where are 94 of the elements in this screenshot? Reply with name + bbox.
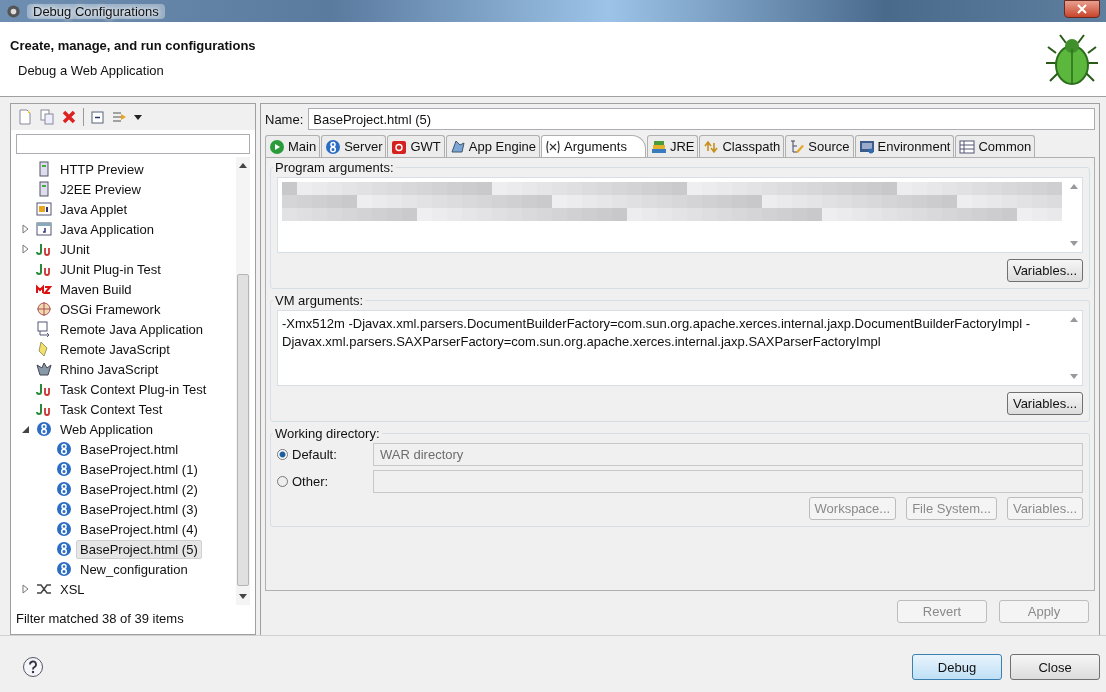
tab[interactable]: Arguments [541, 135, 646, 157]
crosshair-icon [36, 301, 52, 317]
tab[interactable]: GWT [387, 135, 445, 157]
tab[interactable]: JRE [646, 135, 699, 157]
group-label: Program arguments: [274, 160, 395, 175]
tree-item[interactable]: BaseProject.html [76, 439, 183, 459]
globe-icon [56, 521, 72, 537]
globe-icon [56, 441, 72, 457]
name-label: Name: [265, 111, 304, 127]
name-field[interactable]: BaseProject.html (5) [308, 108, 1095, 130]
tree-item[interactable]: BaseProject.html (5) [76, 539, 202, 559]
tree-item[interactable]: HTTP Preview [56, 159, 148, 179]
tab[interactable]: Server [321, 135, 387, 157]
dialog-button[interactable]: Close [1010, 654, 1100, 680]
arrows-icon [703, 138, 720, 155]
scroll-up-icon[interactable] [239, 163, 247, 168]
program-arguments-field[interactable] [277, 177, 1083, 253]
copy-icon[interactable] [39, 109, 55, 125]
tree-item[interactable]: Java Applet [56, 199, 132, 219]
tree-item[interactable]: Task Context Test [56, 399, 167, 419]
server-icon [36, 181, 52, 197]
globe-icon [36, 421, 52, 437]
caret-icon[interactable] [134, 114, 142, 120]
expand-arrow-icon[interactable] [22, 584, 30, 594]
tree-item[interactable]: Web Application [56, 419, 157, 439]
globe-icon [56, 461, 72, 477]
help-icon[interactable] [22, 656, 44, 678]
vm-arguments-field[interactable]: -Xmx512m -Djavax.xml.parsers.DocumentBuilderFactory=com.sun.org.apache.xerces.internal.jaxp.DocumentBuilderFactoryImpl -Djavax.xml.parsers.SAXParserFactory=com.sun.org.apache.xerces.internal.jaxp.SAXParserFactoryImpl [277, 310, 1083, 386]
dialog-subtitle: Debug a Web Application [18, 63, 165, 78]
globe-icon [325, 138, 342, 155]
monitor-icon [858, 138, 875, 155]
filter-field[interactable] [16, 134, 250, 154]
test-icon [36, 261, 52, 277]
tree-item[interactable]: Maven Build [56, 279, 136, 299]
server-icon [36, 161, 52, 177]
filter-status: Filter matched 38 of 39 items [15, 610, 185, 628]
tree-item[interactable]: Remote Java Application [56, 319, 208, 339]
collapse-icon[interactable] [90, 109, 106, 125]
table-icon [959, 138, 976, 155]
globe-icon [56, 501, 72, 517]
collapse-arrow-icon[interactable] [22, 424, 30, 434]
filter-icon[interactable] [112, 109, 128, 125]
group-label: VM arguments: [274, 293, 365, 308]
remote-icon [36, 321, 52, 337]
tree-item[interactable]: Java Application [56, 219, 158, 239]
globe-icon [56, 561, 72, 577]
test-icon [36, 401, 52, 417]
tab[interactable]: Environment [854, 135, 955, 157]
gear-icon [6, 3, 21, 19]
scrollbar[interactable] [236, 157, 250, 605]
tree-item[interactable]: BaseProject.html (4) [76, 519, 202, 539]
tree-item[interactable]: JUnit Plug-in Test [56, 259, 165, 279]
tab[interactable]: Source [785, 135, 854, 157]
test-icon [36, 381, 52, 397]
tree-item[interactable]: XSL [56, 579, 89, 599]
tree-item[interactable]: BaseProject.html (3) [76, 499, 202, 519]
radio-button[interactable]: Other: [277, 474, 373, 489]
close-icon [1077, 4, 1087, 14]
variables-button[interactable]: Variables... [1006, 392, 1083, 415]
run-icon [269, 138, 285, 155]
dialog-title: Create, manage, and run configurations [10, 38, 256, 53]
delete-icon[interactable] [61, 109, 77, 125]
tab[interactable]: Main [265, 135, 321, 157]
tree-item[interactable]: Task Context Plug-in Test [56, 379, 211, 399]
directory-field[interactable] [373, 470, 1083, 493]
tree-item[interactable]: BaseProject.html (1) [76, 459, 202, 479]
tree-item[interactable]: J2EE Preview [56, 179, 145, 199]
scroll-down-icon[interactable] [239, 594, 247, 599]
books-icon [650, 138, 667, 155]
tree-item[interactable]: OSGi Framework [56, 299, 165, 319]
variable-icon [545, 138, 562, 155]
applet-icon [36, 201, 52, 217]
rhino-icon [36, 361, 52, 377]
window-icon [36, 221, 52, 237]
tree-item[interactable]: New_configuration [76, 559, 192, 579]
pencil-icon [789, 138, 806, 155]
tab[interactable]: Common [955, 135, 1036, 157]
close-button[interactable] [1064, 0, 1100, 18]
variables-button[interactable]: Variables... [1006, 259, 1083, 282]
tab[interactable]: App Engine [445, 135, 541, 157]
radio-button[interactable]: Default: [277, 447, 373, 462]
tree-item[interactable]: JUnit [56, 239, 94, 259]
group-label: Working directory: [274, 426, 381, 441]
globe-icon [56, 481, 72, 497]
test-icon [36, 241, 52, 257]
tree-item[interactable]: Remote JavaScript [56, 339, 174, 359]
tree-item[interactable]: Rhino JavaScript [56, 359, 163, 379]
globe-icon [56, 541, 72, 557]
new-icon[interactable] [17, 109, 33, 125]
directory-field[interactable]: WAR directory [373, 443, 1083, 466]
dialog-button[interactable]: Debug [912, 654, 1002, 680]
tree-item[interactable]: BaseProject.html (2) [76, 479, 202, 499]
shuffle-icon [36, 581, 52, 597]
tab[interactable]: Classpath [699, 135, 785, 157]
